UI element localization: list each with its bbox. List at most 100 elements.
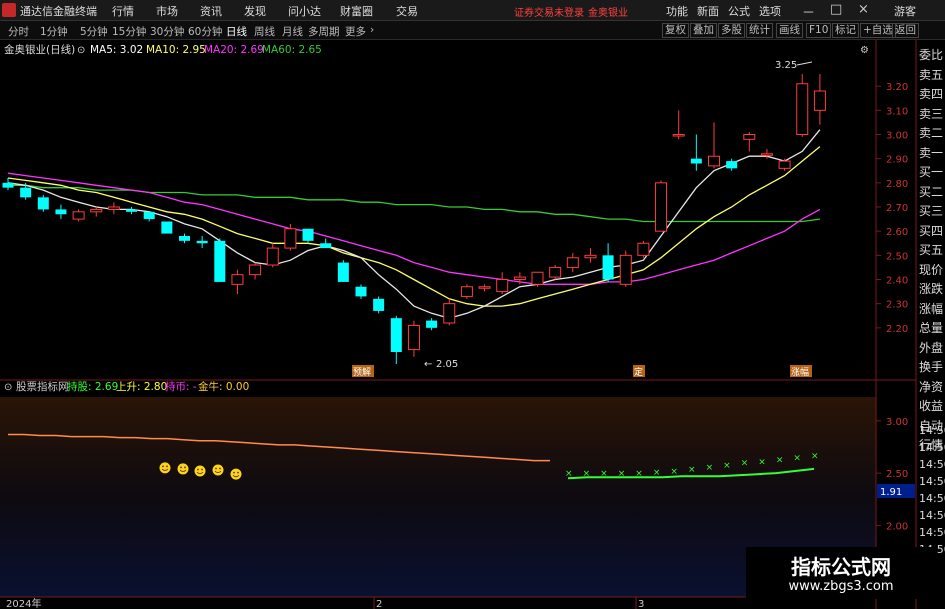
draw-line-button[interactable]: 画线 [776,23,803,38]
signal-cross-icon: × [811,451,819,461]
side-panel-label[interactable]: 卖五 [919,66,943,83]
candle [602,243,614,282]
side-panel-label[interactable]: 总量 [919,319,943,336]
side-panel-time: 14:50 [919,492,945,505]
side-panel-label[interactable]: 委比 [919,46,943,63]
period-15min[interactable]: 15分钟 [112,24,146,39]
adjust-button[interactable]: 复权 [662,23,689,38]
side-panel-label[interactable]: 买五 [919,241,943,258]
smiley-eye [180,466,182,469]
ma20-label: MA20: 2.69 [204,44,264,56]
side-panel-label[interactable]: 现价 [919,261,943,278]
candle-body [778,160,791,169]
candle-body [55,209,67,215]
gear-icon[interactable]: ⚙ [860,45,869,56]
smiley-face [212,464,224,476]
smiley-icon [212,464,224,476]
smiley-icon [177,463,189,475]
period-more[interactable]: 更多 [345,24,366,39]
add-favorite-button[interactable]: +自选 [860,23,896,38]
menu-formula[interactable]: 公式 [728,3,750,19]
period-tick[interactable]: 分时 [8,24,29,39]
stock-label: 金奥银业(日线) [4,43,75,56]
menu-discover[interactable]: 发现 [244,3,266,19]
candle-body [196,240,208,244]
period-month[interactable]: 月线 [282,24,303,39]
menu-new-page[interactable]: 新面 [697,3,719,19]
menu-options[interactable]: 选项 [759,3,781,19]
multi-stock-button[interactable]: 多股 [718,23,745,38]
settings-icon[interactable]: ⊙ [77,45,85,56]
smiley-icon [230,468,242,480]
menu-ask[interactable]: 问小达 [288,3,321,19]
ma20-line-layer [7,172,821,285]
high-price-pointer [796,61,813,66]
menu-wealth[interactable]: 财富圈 [340,3,373,19]
trade-login-warning[interactable]: 证券交易未登录 [514,4,584,19]
period-1min[interactable]: 1分钟 [40,24,68,39]
app-logo-icon [2,3,16,17]
candle-body [284,228,297,249]
close-button[interactable]: × [858,2,869,17]
signal-cross-icon: × [793,453,801,463]
f10-button[interactable]: F10 [806,23,832,38]
maximize-button[interactable]: □ [830,2,842,17]
period-60min[interactable]: 60分钟 [188,24,222,39]
period-30min[interactable]: 30分钟 [150,24,184,39]
menu-market[interactable]: 市场 [156,3,178,19]
menu-quote[interactable]: 行情 [112,3,134,19]
candle [531,271,544,287]
candle-body [231,274,244,285]
period-5min[interactable]: 5分钟 [80,24,108,39]
signal-cross-icon: × [758,458,766,468]
price-axis: 3.20 3.10 3.00 2.90 2.80 2.70 2.60 2.50 2.40 2.30… [876,82,908,335]
candle [214,238,226,282]
indicator-tick-label: 3.00 [886,417,908,428]
candle-body [107,206,120,210]
side-panel-label[interactable]: 换手 [919,358,943,375]
indicator-bull-label: 金牛: 0.00 [198,380,249,393]
candle [743,132,756,152]
side-panel-label[interactable]: 买二 [919,183,943,200]
menu-function[interactable]: 功能 [666,3,688,19]
back-button[interactable]: 返回 [892,23,919,38]
candle [231,269,244,294]
side-panel-label[interactable]: 买一 [919,163,943,180]
period-multi[interactable]: 多周期 [308,24,340,39]
side-panel-label[interactable]: 卖二 [919,124,943,141]
side-panel-label[interactable]: 卖一 [919,144,943,161]
ma60-label: MA60: 2.65 [262,44,322,56]
period-day[interactable]: 日线 [226,24,247,39]
guest-user[interactable]: 游客 [894,3,916,19]
candle-body [726,161,738,169]
candle [126,207,138,215]
mark-button[interactable]: 标记 [832,23,859,38]
side-panel-label[interactable]: 涨幅 [919,300,943,317]
low-price-label: 2.05 [436,359,458,370]
period-week[interactable]: 周线 [254,24,275,39]
candle [337,260,349,282]
candle [478,284,491,292]
candle-body [426,320,438,328]
side-panel-label[interactable]: 外盘 [919,339,943,356]
candle-body [179,236,190,241]
menu-trade[interactable]: 交易 [396,3,418,19]
overlay-button[interactable]: 叠加 [690,23,717,38]
smiley-face [177,463,189,475]
side-panel-label[interactable]: 收益 [919,397,943,414]
side-panel-label[interactable]: 卖四 [919,85,943,102]
menu-news[interactable]: 资讯 [200,3,222,19]
stats-button[interactable]: 统计 [746,23,773,38]
side-panel-label[interactable]: 买三 [919,202,943,219]
side-panel-label[interactable]: 涨跌 [919,280,943,297]
chevron-right-icon[interactable]: › [370,24,374,36]
side-panel-label[interactable]: 净资 [919,378,943,395]
minimize-button[interactable]: － [802,2,815,21]
smiley-eye [184,466,186,469]
smiley-eye [215,467,217,470]
side-panel-label[interactable]: 卖三 [919,105,943,122]
candle-body [619,254,632,285]
indicator-settings-icon[interactable]: ⊙ [4,382,12,393]
kline-chart[interactable]: 3.20 3.10 3.00 2.90 2.80 2.70 2.60 2.50 2.40 2.30… [0,40,945,609]
side-panel-label[interactable]: 买四 [919,222,943,239]
